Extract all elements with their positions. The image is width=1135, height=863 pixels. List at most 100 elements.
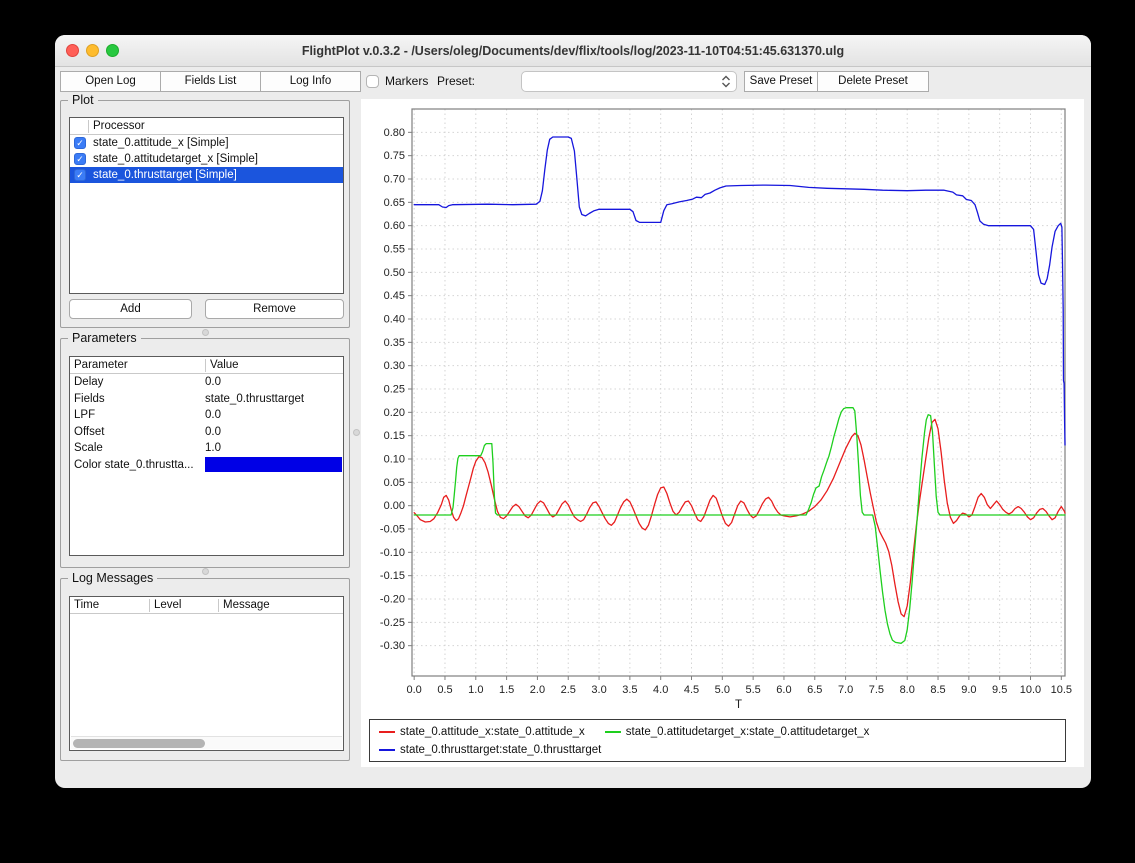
window-title: FlightPlot v.0.3.2 - /Users/oleg/Documen… (55, 35, 1091, 67)
split-handle[interactable] (353, 429, 360, 436)
parameter-name: Delay (70, 376, 205, 388)
chart-legend: state_0.attitude_x:state_0.attitude_xsta… (369, 719, 1066, 762)
add-button[interactable]: Add (69, 299, 192, 319)
parameter-name: Fields (70, 393, 205, 405)
y-tick-label: 0.60 (384, 220, 405, 232)
parameter-row[interactable]: Offset0.0 (70, 424, 343, 441)
params-table-body: Delay0.0Fieldsstate_0.thrusttargetLPF0.0… (70, 374, 343, 473)
x-tick-label: 5.0 (715, 684, 730, 696)
y-tick-label: 0.70 (384, 174, 405, 186)
x-tick-label: 0.0 (407, 684, 422, 696)
plot-series-row[interactable]: ✓state_0.attitudetarget_x [Simple] (70, 151, 343, 167)
save-preset-button[interactable]: Save Preset (744, 71, 818, 92)
x-axis-label: T (735, 699, 742, 711)
y-tick-label: -0.30 (380, 640, 405, 652)
series-label: state_0.attitude_x [Simple] (93, 137, 229, 149)
y-tick-label: 0.50 (384, 267, 405, 279)
scrollbar-thumb[interactable] (73, 739, 205, 748)
parameter-row[interactable]: Delay0.0 (70, 374, 343, 391)
processor-column-header: Processor (88, 120, 343, 133)
x-tick-label: 5.5 (745, 684, 760, 696)
legend-item: state_0.attitudetarget_x:state_0.attitud… (605, 726, 870, 738)
parameter-row[interactable]: LPF0.0 (70, 407, 343, 424)
plot-series-row[interactable]: ✓ state_0.attitude_x [Simple] (70, 135, 343, 151)
checkbox-column-header (70, 120, 88, 133)
x-tick-label: 3.0 (591, 684, 606, 696)
stepper-up-down-icon[interactable] (720, 74, 732, 89)
series-checkbox[interactable]: ✓ (74, 153, 86, 165)
title-bar[interactable]: FlightPlot v.0.3.2 - /Users/oleg/Documen… (55, 35, 1091, 67)
remove-button[interactable]: Remove (205, 299, 344, 319)
markers-checkbox[interactable] (366, 75, 379, 88)
parameter-name: Offset (70, 426, 205, 438)
preset-label: Preset: (437, 71, 475, 92)
delete-preset-button[interactable]: Delete Preset (817, 71, 929, 92)
y-tick-label: 0.75 (384, 150, 405, 162)
y-tick-label: -0.15 (380, 570, 405, 582)
x-tick-label: 10.0 (1020, 684, 1041, 696)
legend-line-sample (605, 731, 621, 733)
color-parameter-row[interactable]: Color state_0.thrustta... (70, 457, 343, 474)
y-tick-label: 0.20 (384, 407, 405, 419)
plot-background (412, 109, 1065, 676)
y-tick-label: 0.40 (384, 314, 405, 326)
legend-row: state_0.attitude_x:state_0.attitude_x sta… (379, 723, 1056, 740)
color-swatch[interactable] (205, 457, 342, 472)
plot-group-title: Plot (68, 93, 98, 107)
app-window: FlightPlot v.0.3.2 - /Users/oleg/Documen… (55, 35, 1091, 788)
y-tick-label: -0.10 (380, 547, 405, 559)
x-tick-label: 1.5 (499, 684, 514, 696)
log-info-button[interactable]: Log Info (260, 71, 361, 92)
parameters-table[interactable]: Parameter Value Delay0.0Fieldsstate_0.th… (69, 356, 344, 556)
legend-series-name: state_0.thrusttarget:state_0.thrusttarge… (400, 744, 601, 756)
legend-item: state_0.attitude_x:state_0.attitude_x (379, 726, 585, 738)
parameters-group: Parameters Parameter Value Delay0.0Field… (60, 338, 350, 568)
parameter-row[interactable]: Fieldsstate_0.thrusttarget (70, 391, 343, 408)
time-column-header: Time (70, 599, 149, 612)
series-checkbox[interactable]: ✓ (74, 169, 86, 181)
x-tick-label: 6.0 (776, 684, 791, 696)
plot-series-table[interactable]: Processor ✓state_0.attitude_x [Simple]✓s… (69, 117, 344, 294)
parameter-value[interactable]: 0.0 (205, 409, 343, 421)
log-messages-group: Log Messages Time Level Message (60, 578, 350, 761)
parameter-name: Scale (70, 442, 205, 454)
log-messages-table[interactable]: Time Level Message (69, 596, 344, 751)
parameter-value[interactable]: 0.0 (205, 426, 343, 438)
x-tick-label: 10.5 (1051, 684, 1072, 696)
series-checkbox[interactable]: ✓ (74, 137, 86, 149)
y-tick-label: 0.05 (384, 477, 405, 489)
plot-series-row[interactable]: ✓ state_0.thrusttarget [Simple] (70, 167, 343, 183)
parameter-value[interactable]: 1.0 (205, 442, 343, 454)
x-tick-label: 2.5 (561, 684, 576, 696)
open-log-button[interactable]: Open Log (60, 71, 161, 92)
parameter-row[interactable]: Scale1.0 (70, 440, 343, 457)
y-tick-label: 0.80 (384, 127, 405, 139)
y-tick-label: 0.65 (384, 197, 405, 209)
y-tick-label: -0.20 (380, 594, 405, 606)
legend-row: state_0.thrusttarget:state_0.thrusttarge… (379, 741, 1056, 758)
y-tick-label: 0.35 (384, 337, 405, 349)
parameters-group-title: Parameters (68, 331, 141, 345)
level-column-header: Level (149, 599, 218, 612)
parameter-name: LPF (70, 409, 205, 421)
split-handle[interactable] (202, 329, 209, 336)
log-table-header: Time Level Message (70, 597, 343, 614)
parameter-value[interactable]: state_0.thrusttarget (205, 393, 343, 405)
x-tick-label: 8.0 (900, 684, 915, 696)
series-label: state_0.thrusttarget [Simple] (93, 169, 237, 181)
x-tick-label: 4.5 (684, 684, 699, 696)
fields-list-button[interactable]: Fields List (160, 71, 261, 92)
legend-series-name: state_0.attitude_x:state_0.attitude_x (400, 726, 585, 738)
horizontal-scrollbar[interactable] (71, 736, 342, 749)
legend-line-sample (379, 749, 395, 751)
split-handle[interactable] (202, 568, 209, 575)
x-tick-label: 7.5 (869, 684, 884, 696)
x-tick-label: 9.0 (961, 684, 976, 696)
chart-canvas[interactable]: 0.00.51.01.52.02.53.03.54.04.55.05.56.06… (361, 99, 1083, 711)
x-tick-label: 6.5 (807, 684, 822, 696)
y-tick-label: 0.10 (384, 454, 405, 466)
y-tick-label: 0.15 (384, 430, 405, 442)
parameter-value[interactable]: 0.0 (205, 376, 343, 388)
preset-combobox[interactable] (521, 71, 737, 92)
x-tick-label: 0.5 (437, 684, 452, 696)
